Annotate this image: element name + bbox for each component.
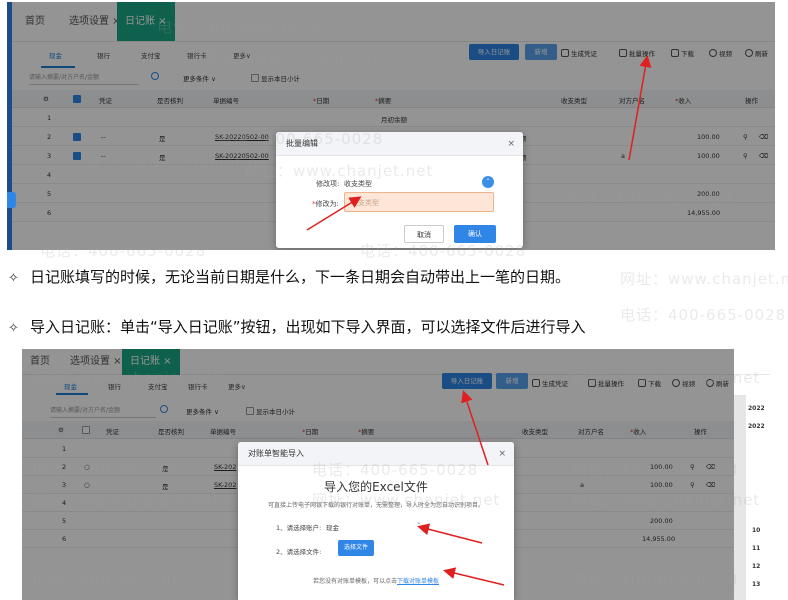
modal-title: 批量编辑: [276, 132, 523, 156]
field-label: *修改为:: [312, 200, 339, 208]
download-template-link[interactable]: 下载对账单模板: [397, 578, 439, 585]
bullet-mark-icon: ✧: [8, 271, 19, 286]
close-icon[interactable]: ×: [507, 132, 515, 156]
template-hint: 若您没有对账单模板，可以点击下载对账单模板: [312, 578, 440, 585]
batch-edit-modal: 批量编辑 × 修改项: 收支类型 ⌃ *修改为: 收支类型 取消 确认: [276, 132, 523, 248]
sidebar-toggle[interactable]: [7, 192, 16, 208]
field-label: 修改项:: [316, 180, 340, 188]
step1-label: 1、请选择账户:: [276, 524, 322, 532]
field-value[interactable]: 收支类型: [344, 179, 372, 189]
modal-title: 对账单智能导入: [238, 442, 514, 466]
import-subtext: 可直接上传电子网银下载的银行对账单，无需整理，导入时全为您自动识别项目。: [267, 502, 484, 509]
bullet-line: ✧ 日记账填写的时候，无论当前日期是什么，下一条日期会自动带出上一笔的日期。: [8, 268, 571, 286]
smart-import-modal: 对账单智能导入 × 导入您的Excel文件 可直接上传电子网银下载的银行对账单，…: [238, 442, 514, 600]
watermark: 电话：400-665-0028: [620, 306, 787, 324]
choose-file-button[interactable]: 选择文件: [338, 540, 374, 556]
bullet-line: ✧ 导入日记账：单击“导入日记账”按钮，出现如下导入界面，可以选择文件后进行导入: [8, 318, 586, 336]
close-icon[interactable]: ×: [498, 442, 506, 466]
chevron-down-icon[interactable]: ⌄: [416, 518, 422, 526]
step2-label: 2、请选择文件:: [276, 548, 322, 556]
screenshot-batch-edit: 首页 选项设置 × 日记账 × 现金 银行 支付宝 银行卡 更多∨ 导入日记账 …: [7, 2, 775, 250]
bullet-mark-icon: ✧: [8, 321, 19, 336]
left-sidebar: [7, 2, 12, 250]
watermark: 网址：www.chanjet.net: [620, 270, 788, 288]
chevron-up-icon[interactable]: ⌃: [482, 176, 494, 188]
import-heading: 导入您的Excel文件: [324, 480, 428, 494]
vertical-scrollbar[interactable]: [734, 395, 746, 600]
modify-to-select[interactable]: 收支类型: [344, 192, 494, 212]
screenshot-smart-import: 首页 选项设置 × 日记账 × 现金 银行 支付宝 银行卡 更多∨ 导入日记账 …: [22, 349, 770, 600]
cancel-button[interactable]: 取消: [404, 225, 444, 243]
confirm-button[interactable]: 确认: [454, 225, 496, 243]
account-select[interactable]: 现金: [326, 522, 339, 532]
